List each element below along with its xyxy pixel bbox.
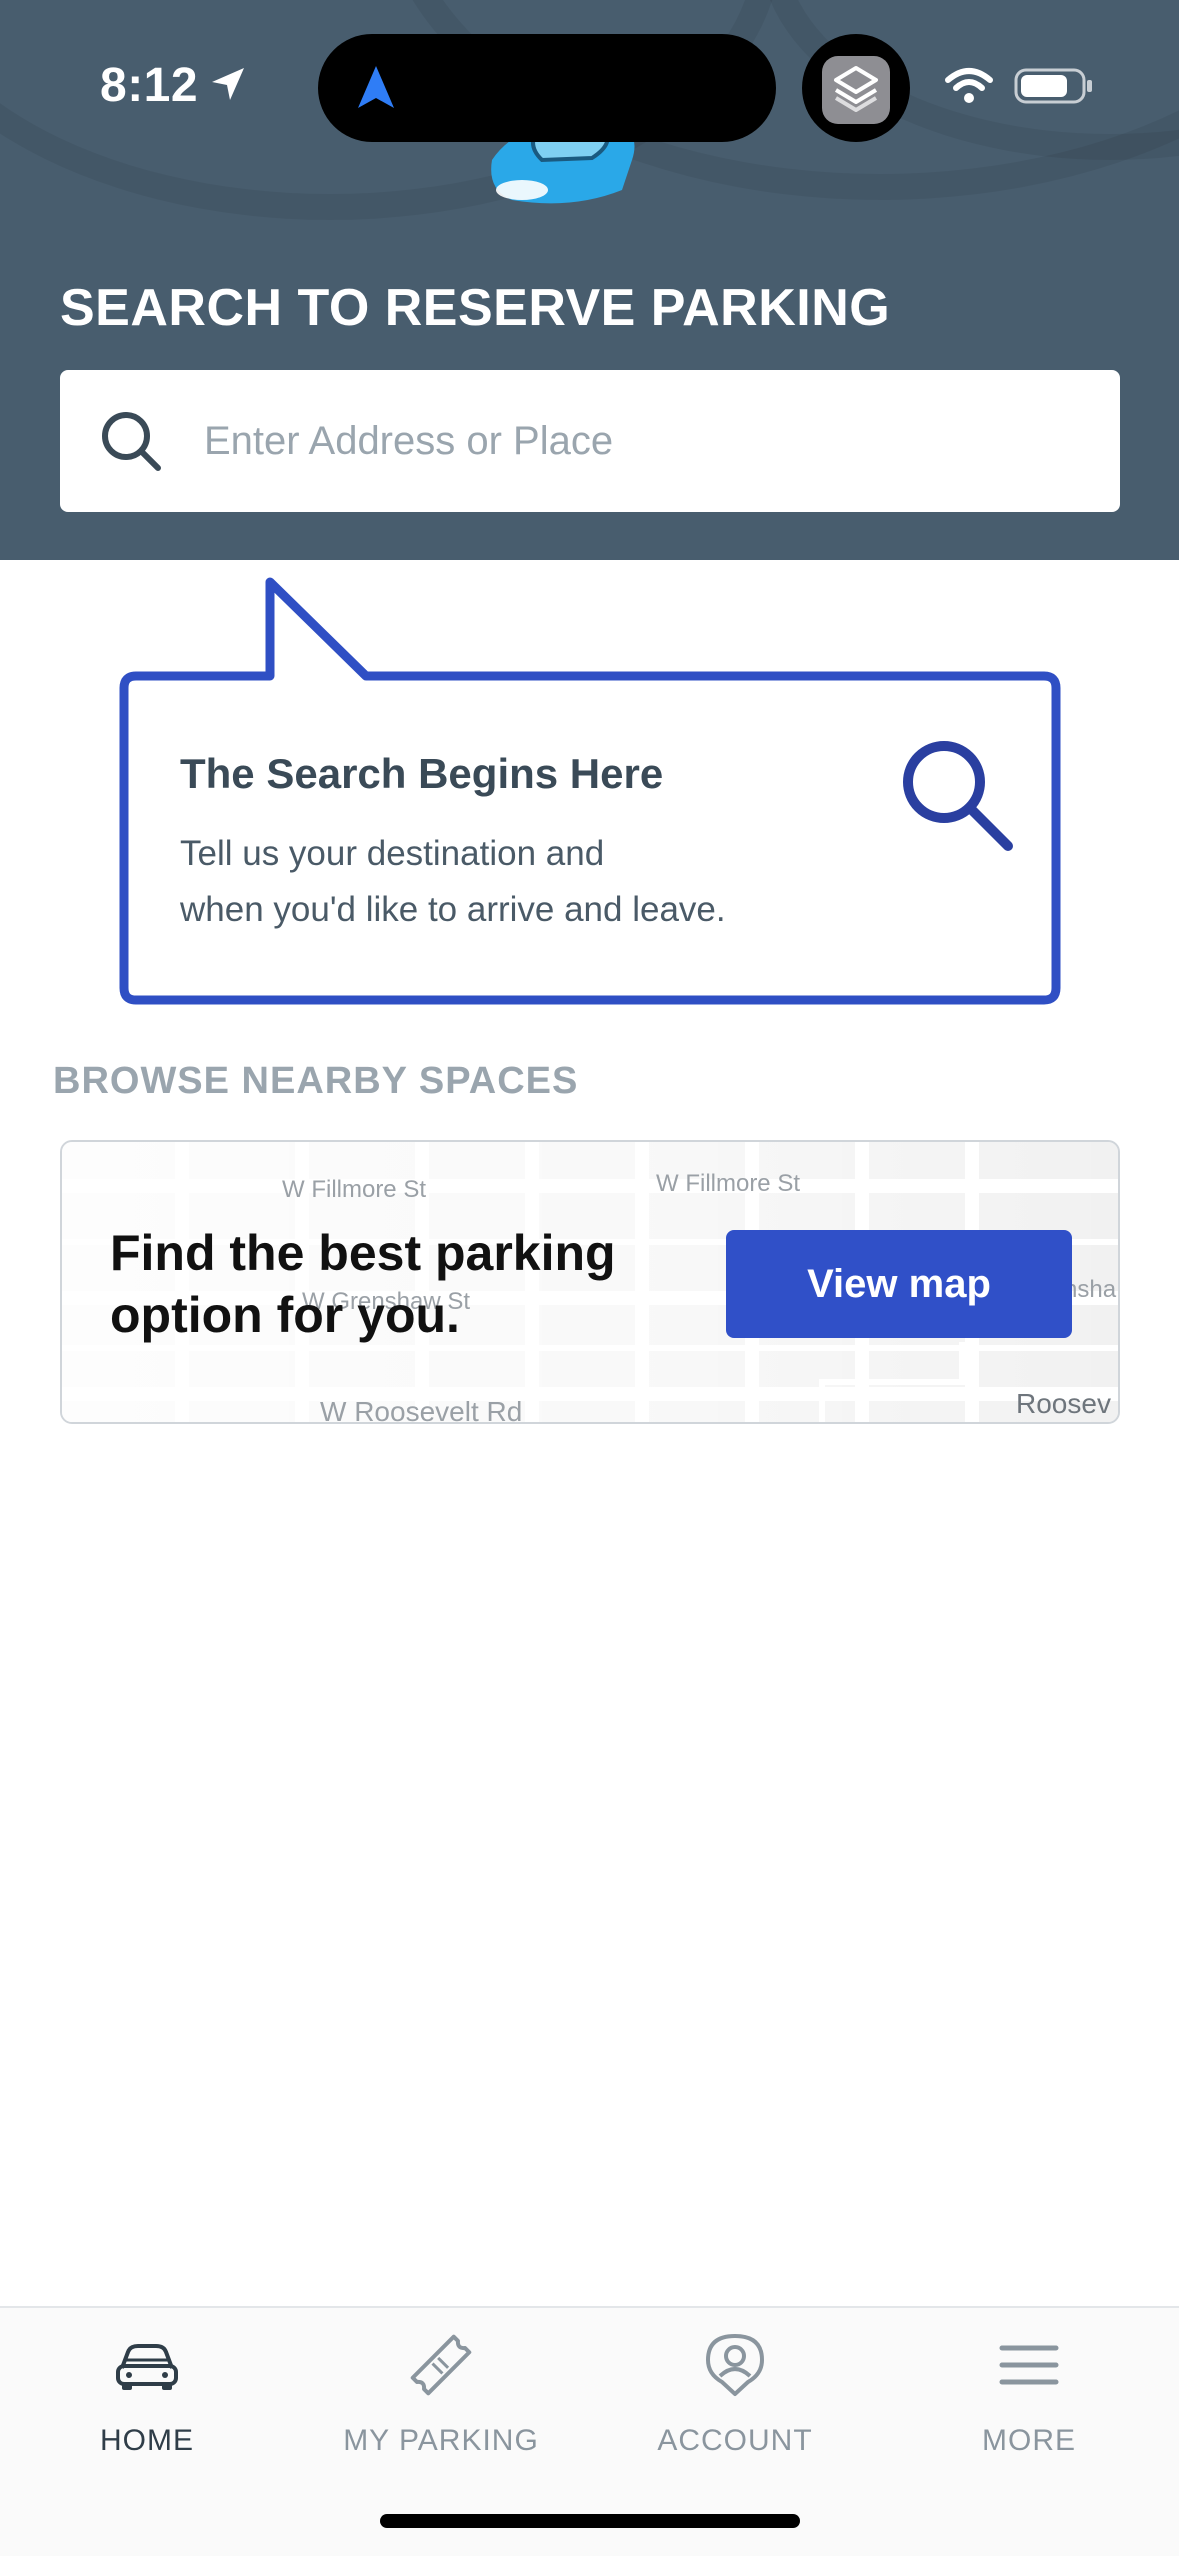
street-label: W Fillmore St	[282, 1176, 426, 1203]
tab-account[interactable]: ACCOUNT	[588, 2308, 882, 2488]
street-label: W Roosevelt Rd	[320, 1396, 523, 1424]
street-label: Roosev	[1016, 1388, 1111, 1419]
tab-label: MY PARKING	[343, 2424, 539, 2457]
navigation-arrow-icon	[358, 66, 394, 108]
app-screen: 8:12 SEARCH TO RESERVE PARKING Enter Add…	[0, 0, 1179, 2556]
tab-label: HOME	[100, 2424, 194, 2457]
map-preview-card[interactable]: W Fillmore St W Fillmore St W Grenshaw S…	[60, 1140, 1120, 1424]
battery-icon	[1014, 68, 1092, 104]
headline-line: option for you.	[110, 1287, 460, 1343]
car-icon	[116, 2344, 178, 2390]
search-icon	[102, 412, 161, 471]
layers-icon	[834, 66, 878, 112]
status-time: 8:12	[100, 59, 199, 112]
shortcuts-app-icon	[822, 56, 890, 124]
wifi-icon	[945, 68, 993, 103]
view-map-button[interactable]: View map	[726, 1230, 1072, 1338]
ticket-icon	[410, 2334, 472, 2396]
home-indicator[interactable]	[380, 2514, 800, 2528]
callout-title: The Search Begins Here	[180, 750, 664, 797]
browse-heading: BROWSE NEARBY SPACES	[53, 1060, 579, 1102]
tab-label: MORE	[982, 2424, 1076, 2457]
search-box[interactable]	[60, 370, 1120, 512]
search-input[interactable]	[204, 370, 1084, 512]
street-label: W Fillmore St	[656, 1170, 800, 1197]
tab-home[interactable]: HOME	[0, 2308, 294, 2488]
callout-body-line: Tell us your destination and	[180, 834, 605, 873]
page-title: SEARCH TO RESERVE PARKING	[60, 279, 891, 337]
headline-line: Find the best parking	[110, 1225, 616, 1281]
callout-body-line: when you'd like to arrive and leave.	[180, 890, 726, 929]
dynamic-island	[318, 34, 776, 142]
tab-label: ACCOUNT	[657, 2424, 813, 2457]
shortcuts-indicator	[802, 34, 910, 142]
callout-body: Tell us your destination and when you'd …	[180, 826, 880, 938]
map-card-headline: Find the best parking option for you.	[110, 1222, 710, 1346]
location-arrow-icon	[212, 68, 244, 100]
user-pin-icon	[706, 2334, 764, 2396]
menu-icon	[999, 2345, 1059, 2385]
magnifier-icon	[903, 741, 1013, 851]
tab-more[interactable]: MORE	[882, 2308, 1176, 2488]
tab-my-parking[interactable]: MY PARKING	[294, 2308, 588, 2488]
header-banner: 8:12 SEARCH TO RESERVE PARKING Enter Add…	[0, 0, 1179, 560]
status-bar: 8:12	[0, 0, 1179, 180]
